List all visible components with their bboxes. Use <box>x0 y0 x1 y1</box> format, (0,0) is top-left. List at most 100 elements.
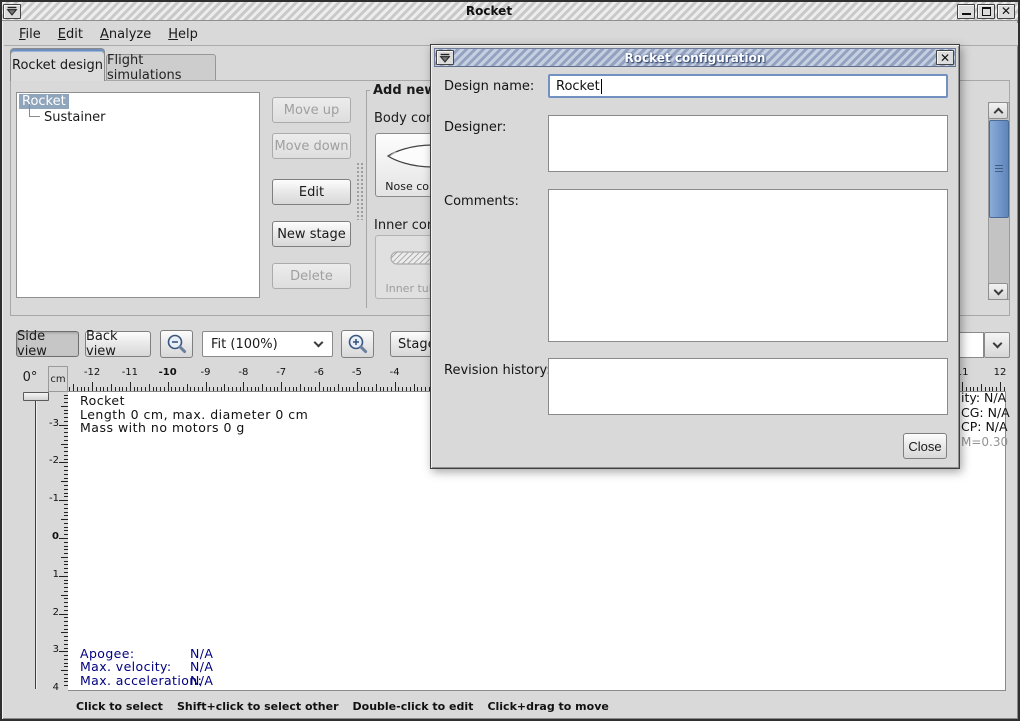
application-window: Rocket ✕ File Edit Analyze Help Rocket desi… <box>0 0 1020 721</box>
ruler-tick <box>59 462 68 463</box>
back-view-button[interactable]: Back view <box>85 331 151 357</box>
close-button[interactable]: ✕ <box>997 4 1015 19</box>
ruler-tick <box>293 387 294 391</box>
rotation-slider-handle[interactable] <box>23 392 49 401</box>
rotation-slider-track[interactable] <box>35 401 36 689</box>
menu-help[interactable]: Help <box>162 25 204 44</box>
ruler-tick <box>361 387 362 391</box>
design-name-input[interactable]: Rocket <box>548 74 948 98</box>
ruler-tick <box>61 481 68 482</box>
v-ruler-label: 1 <box>48 569 59 580</box>
ruler-tick <box>270 387 271 391</box>
ruler-tick <box>255 387 256 391</box>
ruler-tick <box>107 387 108 391</box>
ruler-tick <box>61 632 68 633</box>
ruler-tick <box>88 387 89 391</box>
ruler-tick <box>183 387 184 391</box>
move-up-button[interactable]: Move up <box>272 97 351 123</box>
ruler-tick <box>323 387 324 391</box>
tree-item-sustainer[interactable]: Sustainer <box>17 110 259 126</box>
h-ruler-label: -12 <box>79 367 105 378</box>
stability-line: ity: N/A <box>961 391 1010 406</box>
designer-label: Designer: <box>444 120 506 135</box>
flight-config-combo-button[interactable] <box>984 332 1010 358</box>
component-scrollbar[interactable] <box>988 102 1010 300</box>
ruler-tick <box>406 387 407 391</box>
back-view-label: Back view <box>86 329 150 359</box>
ruler-tick <box>349 387 350 391</box>
tab-flight-simulations[interactable]: Flight simulations <box>106 54 216 81</box>
dialog-title: Rocket configuration <box>455 51 935 65</box>
ruler-tick <box>372 387 373 391</box>
tab-rocket-design[interactable]: Rocket design <box>10 48 105 81</box>
delete-button[interactable]: Delete <box>272 263 351 289</box>
ruler-tick <box>194 387 195 391</box>
h-ruler-label: -11 <box>117 367 143 378</box>
maximize-icon <box>982 7 991 16</box>
ruler-tick <box>145 387 146 391</box>
ruler-tick <box>387 387 388 391</box>
zoom-in-button[interactable] <box>341 330 374 358</box>
ruler-tick <box>122 387 123 391</box>
ruler-tick <box>243 382 244 391</box>
revision-history-textarea[interactable] <box>548 358 948 415</box>
tab-rocket-design-label: Rocket design <box>12 58 103 73</box>
dialog-window-menu-button[interactable] <box>436 50 454 65</box>
splitter-handle[interactable] <box>356 162 364 220</box>
ruler-tick <box>111 384 112 391</box>
flight-data-row: Apogee:N/A <box>80 647 213 660</box>
ruler-tick <box>187 384 188 391</box>
ruler-tick <box>289 387 290 391</box>
ruler-tick <box>61 406 68 407</box>
mass-ratio-text: M=0.30 <box>961 435 1010 450</box>
comments-textarea[interactable] <box>548 189 948 342</box>
menu-edit[interactable]: Edit <box>52 25 89 44</box>
menubar: File Edit Analyze Help <box>4 23 1020 46</box>
zoom-level-combo[interactable]: Fit (100%) <box>202 331 333 357</box>
ruler-tick <box>315 387 316 391</box>
stability-line: CG: N/A <box>961 406 1010 421</box>
h-ruler-label: -8 <box>230 367 256 378</box>
rocket-configuration-dialog: Rocket configuration ✕ Design name: Rock… <box>430 44 960 469</box>
ruler-tick <box>277 387 278 391</box>
ruler-tick <box>308 387 309 391</box>
scroll-down-button[interactable] <box>988 283 1008 300</box>
ruler-tick <box>206 382 207 391</box>
menu-file[interactable]: File <box>13 25 47 44</box>
minimize-button[interactable] <box>957 4 975 19</box>
ruler-tick <box>383 387 384 391</box>
ruler-tick <box>240 387 241 391</box>
revision-history-label: Revision history: <box>444 363 551 378</box>
ruler-tick <box>59 651 68 652</box>
window-title: Rocket <box>22 4 956 18</box>
ruler-tick <box>417 387 418 391</box>
new-stage-button[interactable]: New stage <box>272 221 351 247</box>
flight-data-text: Apogee:N/AMax. velocity:N/AMax. accelera… <box>80 647 213 687</box>
text-caret <box>601 79 602 94</box>
maximize-button[interactable] <box>977 4 995 19</box>
ruler-tick <box>141 387 142 391</box>
ruler-tick <box>209 387 210 391</box>
ruler-tick <box>61 595 68 596</box>
ruler-tick <box>364 387 365 391</box>
stability-text: ity: N/ACG: N/ACP: N/AM=0.30 <box>961 391 1010 449</box>
scrollbar-thumb[interactable] <box>989 120 1009 218</box>
ruler-tick <box>168 382 169 391</box>
tree-item-rocket[interactable]: Rocket <box>17 94 259 110</box>
edit-button[interactable]: Edit <box>272 179 351 205</box>
zoom-out-button[interactable] <box>160 330 193 358</box>
dialog-close-action-button[interactable]: Close <box>903 433 947 459</box>
dialog-close-button[interactable]: ✕ <box>936 50 954 65</box>
ruler-tick <box>368 387 369 391</box>
ruler-tick <box>342 387 343 391</box>
component-tree[interactable]: RocketSustainer <box>16 92 260 298</box>
scroll-up-button[interactable] <box>988 102 1008 119</box>
ruler-tick <box>61 519 68 520</box>
window-menu-button[interactable] <box>3 4 21 19</box>
rotation-angle-label: 0° <box>14 370 46 385</box>
menu-analyze[interactable]: Analyze <box>94 25 157 44</box>
designer-textarea[interactable] <box>548 115 948 172</box>
side-view-button[interactable]: Side view <box>16 331 79 357</box>
move-down-button[interactable]: Move down <box>272 133 351 159</box>
ruler-tick <box>410 387 411 391</box>
